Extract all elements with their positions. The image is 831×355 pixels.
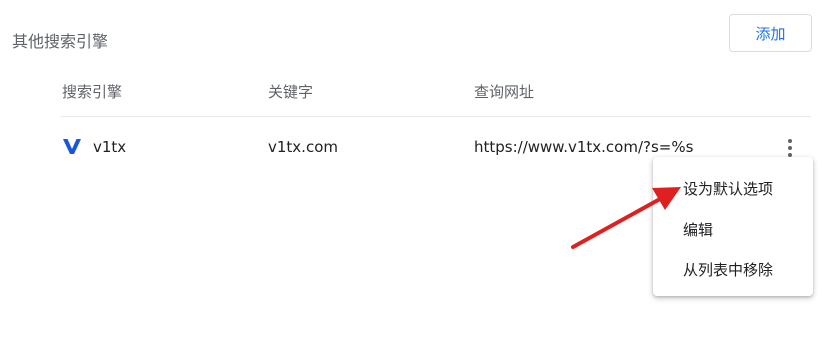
engine-keyword: v1tx.com (268, 138, 338, 156)
engine-url: https://www.v1tx.com/?s=%s (474, 138, 694, 156)
column-header-keyword: 关键字 (268, 83, 314, 101)
menu-item-remove[interactable]: 从列表中移除 (683, 259, 773, 280)
section-title: 其他搜索引擎 (12, 32, 109, 51)
add-button[interactable]: 添加 (729, 14, 812, 52)
header-divider (60, 116, 811, 117)
engine-name: v1tx (93, 138, 127, 156)
v1tx-logo-icon (63, 139, 81, 154)
column-header-url: 查询网址 (474, 83, 535, 101)
menu-item-edit[interactable]: 编辑 (683, 219, 713, 240)
column-header-engine: 搜索引擎 (62, 83, 123, 101)
row-context-menu: 设为默认选项 编辑 从列表中移除 (653, 157, 813, 296)
menu-item-set-default[interactable]: 设为默认选项 (683, 178, 773, 199)
